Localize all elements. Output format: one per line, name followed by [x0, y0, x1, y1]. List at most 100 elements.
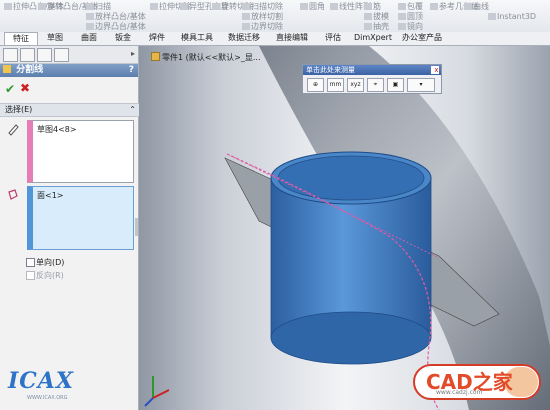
sketch-selection-box[interactable]: 草图4<8>	[27, 120, 134, 183]
tab-evaluate[interactable]: 评估	[318, 32, 348, 44]
tab-office-products[interactable]: 办公室产品	[398, 32, 446, 44]
wrap-icon	[398, 3, 406, 10]
loft-cut-icon	[242, 13, 250, 20]
hole-icon	[180, 3, 188, 10]
manager-tabs: ▸	[0, 46, 138, 64]
point-to-point-icon[interactable]: ⌖	[367, 78, 384, 92]
collapse-icon[interactable]: ⌃	[129, 104, 136, 116]
ribbon-wrap[interactable]: 包覆	[398, 2, 423, 11]
shell-icon	[364, 23, 372, 30]
triad-icon	[144, 376, 170, 407]
panel-splitter[interactable]	[135, 218, 138, 236]
reverse-direction-checkbox[interactable]	[26, 271, 35, 280]
draft-icon	[364, 13, 372, 20]
ribbon-shell[interactable]: 抽壳	[364, 22, 389, 31]
revolve-icon	[38, 3, 46, 10]
dimxpert-icon[interactable]	[54, 48, 69, 62]
reference-geometry-icon	[430, 3, 438, 10]
command-tabs: 特征 草图 曲面 钣金 焊件 模具工具 数据迁移 直接编辑 评估 DimXper…	[0, 32, 550, 46]
measure-title-bar[interactable]: 单击此处来测量 x	[303, 65, 441, 75]
split-line-icon	[3, 65, 11, 73]
instant3d-icon	[488, 13, 496, 20]
rib-icon	[364, 3, 372, 10]
close-icon[interactable]: x	[431, 66, 439, 74]
history-icon[interactable]: ▣	[387, 78, 404, 92]
tab-surfaces[interactable]: 曲面	[74, 32, 104, 44]
panel-title: 分割线	[16, 65, 44, 75]
tab-sheet-metal[interactable]: 钣金	[108, 32, 138, 44]
model-geometry	[144, 46, 550, 410]
loft-icon	[86, 13, 94, 20]
ribbon-loft-cut[interactable]: 放样切割	[242, 12, 283, 21]
measure-title: 单击此处来测量	[306, 66, 355, 74]
tab-direct-editing[interactable]: 直接编辑	[270, 32, 314, 44]
boundary-icon	[86, 23, 94, 30]
fillet-icon	[300, 3, 308, 10]
ribbon-boundary-cut[interactable]: 边界切除	[242, 22, 283, 31]
feature-tree-flyout[interactable]: 零件1 (默认<<默认>_显...	[151, 52, 261, 63]
tab-weldments[interactable]: 焊件	[142, 32, 172, 44]
mirror-icon	[398, 23, 406, 30]
ribbon-draft[interactable]: 拔模	[364, 12, 389, 21]
face-selection-box[interactable]: 面<1>	[27, 186, 134, 250]
icax-logo: ICAX	[8, 368, 74, 394]
help-icon[interactable]: ?	[129, 64, 134, 77]
tab-dimxpert[interactable]: DimXpert	[352, 32, 394, 44]
tab-data-migration[interactable]: 数据迁移	[222, 32, 266, 44]
selected-sketch-item[interactable]: 草图4<8>	[37, 124, 77, 135]
selections-label: 选择(E)	[5, 105, 33, 114]
face-selector-icon	[6, 188, 20, 202]
selected-face-item[interactable]: 面<1>	[37, 190, 64, 201]
icax-url: WWW.ICAX.ORG	[27, 395, 68, 401]
ribbon-boundary-boss[interactable]: 边界凸台/基体	[86, 22, 146, 31]
arc-options-icon[interactable]: ⊕	[307, 78, 324, 92]
watermark-url: www.cadzj.com	[436, 389, 483, 396]
graphics-area[interactable]: 零件1 (默认<<默认>_显...	[139, 46, 550, 410]
property-manager-icon[interactable]	[20, 48, 35, 62]
extrude-icon	[4, 3, 12, 10]
revolve-cut-icon	[212, 3, 220, 10]
pattern-icon	[330, 3, 338, 10]
boundary-cut-icon	[242, 23, 250, 30]
panel-title-bar: 分割线 ?	[0, 64, 138, 77]
tab-sketch[interactable]: 草图	[40, 32, 70, 44]
curves-icon	[464, 3, 472, 10]
ribbon-loft-boss[interactable]: 放样凸台/基体	[86, 12, 146, 21]
ribbon-sweep-cut[interactable]: 扫描切除	[242, 2, 283, 11]
cad-home-watermark: CAD之家 www.cadzj.com	[412, 363, 542, 401]
ribbon-dome[interactable]: 圆顶	[398, 12, 423, 21]
tab-features[interactable]: 特征	[4, 32, 38, 45]
sweep-cut-icon	[242, 3, 250, 10]
ok-button[interactable]: ✔	[5, 82, 15, 96]
xyz-delta-icon[interactable]: xyz	[347, 78, 364, 92]
reverse-direction-label: 反向(R)	[36, 271, 64, 280]
panel-expand-icon[interactable]: ▸	[131, 49, 135, 58]
feature-tree-icon[interactable]	[3, 48, 18, 62]
single-direction-checkbox[interactable]	[26, 258, 35, 267]
sweep-icon	[86, 3, 94, 10]
ribbon-mirror[interactable]: 镜向	[398, 22, 423, 31]
ribbon-sweep[interactable]: 扫描	[86, 2, 111, 11]
selections-section-header[interactable]: 选择(E) ⌃	[0, 103, 139, 117]
ribbon-rib[interactable]: 筋	[364, 2, 381, 11]
sketch-selector-icon	[6, 122, 20, 136]
command-ribbon: 拉伸凸台/基体 旋转凸台/基体 扫描 放样凸台/基体 边界凸台/基体 拉伸切除 …	[0, 0, 550, 33]
units-icon[interactable]: mm	[327, 78, 344, 92]
ribbon-fillet[interactable]: 圆角	[300, 2, 325, 11]
cylinder-top-inner	[277, 155, 425, 201]
cancel-button[interactable]: ✖	[20, 81, 30, 95]
measure-toolbar: 单击此处来测量 x ⊕ mm xyz ⌖ ▣ ▾	[302, 64, 442, 94]
cylinder-bottom	[270, 311, 432, 365]
part-icon	[151, 52, 160, 61]
configuration-icon[interactable]	[37, 48, 52, 62]
dome-icon	[398, 13, 406, 20]
single-direction-label: 单向(D)	[36, 258, 65, 267]
ribbon-instant3d[interactable]: Instant3D	[488, 12, 536, 21]
ribbon-extrude-boss[interactable]: 拉伸凸台/基体	[4, 2, 64, 11]
ribbon-curves[interactable]: 曲线	[464, 2, 489, 11]
dropdown-chevron-icon[interactable]: ▾	[407, 78, 435, 92]
tab-mold-tools[interactable]: 模具工具	[176, 32, 218, 44]
property-manager: ▸ 分割线 ? ✔ ✖ 选择(E) ⌃ 草图4<8> 面<1> 单向(D) 反向…	[0, 46, 139, 410]
part-label: 零件1 (默认<<默认>_显...	[162, 53, 261, 62]
extrude-cut-icon	[150, 3, 158, 10]
